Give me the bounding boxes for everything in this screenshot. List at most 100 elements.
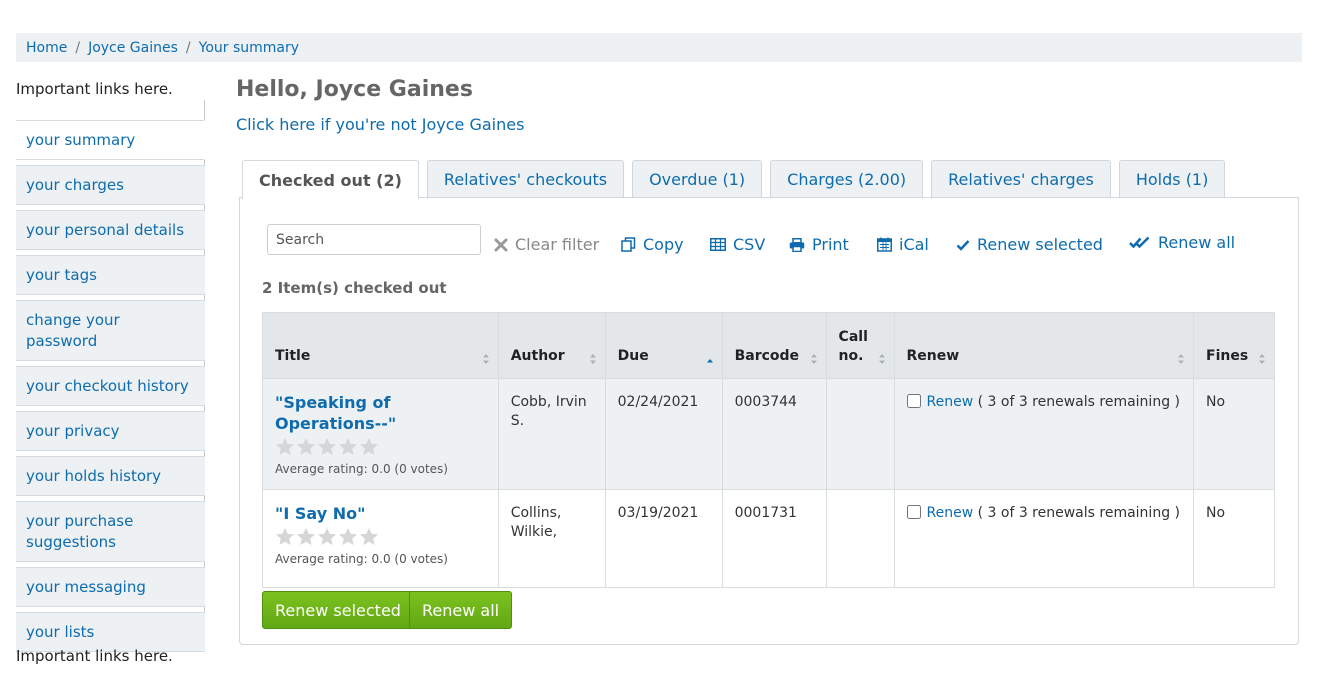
sidebar-item-summary[interactable]: your summary <box>16 120 205 160</box>
tab-holds[interactable]: Holds (1) <box>1118 160 1226 198</box>
author-cell: Collins, Wilkie, <box>497 489 606 588</box>
sidebar-item-tags[interactable]: your tags <box>16 255 205 295</box>
column-header-title[interactable]: Title <box>262 312 499 379</box>
title-link[interactable]: "Speaking of Operations--" <box>275 393 396 433</box>
barcode-cell: 0001731 <box>721 489 827 588</box>
star-rating[interactable] <box>275 527 486 546</box>
print-icon <box>789 237 805 252</box>
tab-relatives-charges[interactable]: Relatives' charges <box>931 160 1111 198</box>
star-icon[interactable] <box>296 527 316 546</box>
sidebar-item-holds-history[interactable]: your holds history <box>16 456 205 496</box>
double-check-icon <box>1129 236 1150 249</box>
print-button[interactable]: Print <box>789 235 849 254</box>
important-links-bottom: Important links here. <box>16 647 173 665</box>
sidebar-item-label[interactable]: your purchase suggestions <box>26 512 133 551</box>
calendar-icon <box>877 237 892 252</box>
column-header-barcode[interactable]: Barcode <box>721 312 827 379</box>
renew-selected-button[interactable]: Renew selected <box>262 591 414 629</box>
renew-all-button[interactable]: Renew all <box>409 591 513 629</box>
star-icon[interactable] <box>296 437 316 456</box>
user-menu: your summary your charges your personal … <box>16 100 205 652</box>
sort-icon <box>482 354 489 364</box>
column-header-label: Barcode <box>734 348 800 364</box>
sort-icon <box>810 354 817 364</box>
copy-icon <box>621 237 636 252</box>
sidebar-item-label[interactable]: your holds history <box>26 467 161 485</box>
star-icon[interactable] <box>338 437 358 456</box>
breadcrumb: Home / Joyce Gaines / Your summary <box>16 33 1302 62</box>
breadcrumb-current[interactable]: Your summary <box>199 40 299 56</box>
sidebar-item-label[interactable]: your checkout history <box>26 377 189 395</box>
column-header-label: Renew <box>906 348 960 364</box>
star-icon[interactable] <box>338 527 358 546</box>
column-header-due[interactable]: Due <box>604 312 723 379</box>
sidebar-item-lists[interactable]: your lists <box>16 612 205 652</box>
sidebar-item-label[interactable]: your privacy <box>26 422 120 440</box>
title-link[interactable]: "I Say No" <box>275 504 365 523</box>
sidebar-item-checkout-history[interactable]: your checkout history <box>16 366 205 406</box>
tab-bar: Checked out (2) Relatives' checkouts Ove… <box>242 160 1233 199</box>
breadcrumb-user[interactable]: Joyce Gaines <box>88 40 178 56</box>
renew-checkbox[interactable] <box>906 394 921 408</box>
sidebar-item-label[interactable]: your messaging <box>26 578 146 596</box>
column-header-renew[interactable]: Renew <box>893 312 1194 379</box>
sidebar-item-purchase-suggestions[interactable]: your purchase suggestions <box>16 501 205 562</box>
column-header-author[interactable]: Author <box>497 312 606 379</box>
sidebar-item-label[interactable]: change your password <box>26 311 120 350</box>
tab-checked-out[interactable]: Checked out (2) <box>242 160 419 199</box>
star-icon[interactable] <box>275 527 295 546</box>
tab-charges[interactable]: Charges (2.00) <box>770 160 924 198</box>
renew-all-label: Renew all <box>1158 233 1236 252</box>
print-label: Print <box>812 235 849 254</box>
column-header-call-no[interactable]: Call no. <box>825 312 895 379</box>
sidebar-item-charges[interactable]: your charges <box>16 165 205 205</box>
sidebar-item-personal-details[interactable]: your personal details <box>16 210 205 250</box>
renew-selected-label: Renew selected <box>977 235 1103 254</box>
tab-overdue[interactable]: Overdue (1) <box>632 160 763 198</box>
call-no-cell <box>825 378 895 490</box>
table-icon <box>710 238 726 251</box>
sidebar-item-label[interactable]: your charges <box>26 176 124 194</box>
renew-all-link[interactable]: Renew all <box>1129 233 1235 252</box>
page-title: Hello, Joyce Gaines <box>236 77 473 102</box>
renew-selected-link[interactable]: Renew selected <box>956 235 1103 254</box>
renew-cell: Renew ( 3 of 3 renewals remaining ) <box>893 378 1194 490</box>
fines-cell: No <box>1193 489 1275 588</box>
call-no-cell <box>825 489 895 588</box>
sidebar-item-privacy[interactable]: your privacy <box>16 411 205 451</box>
renewals-remaining: ( 3 of 3 renewals remaining ) <box>977 505 1180 521</box>
sidebar-item-messaging[interactable]: your messaging <box>16 567 205 607</box>
sidebar-item-label[interactable]: your summary <box>26 131 135 149</box>
clear-filter-button[interactable]: Clear filter <box>494 235 599 254</box>
column-header-fines[interactable]: Fines <box>1193 312 1275 379</box>
star-icon[interactable] <box>317 527 337 546</box>
star-icon[interactable] <box>359 437 379 456</box>
csv-label: CSV <box>733 235 766 254</box>
close-icon <box>494 238 508 251</box>
ical-button[interactable]: iCal <box>877 235 929 254</box>
renew-checkbox[interactable] <box>906 505 921 519</box>
sidebar-item-label[interactable]: your personal details <box>26 221 184 239</box>
copy-button[interactable]: Copy <box>621 235 684 254</box>
sidebar-item-label[interactable]: your lists <box>26 623 94 641</box>
renew-link[interactable]: Renew <box>927 394 974 410</box>
average-rating: Average rating: 0.0 (0 votes) <box>275 552 448 566</box>
not-you-link[interactable]: Click here if you're not Joyce Gaines <box>236 115 524 134</box>
star-icon[interactable] <box>359 527 379 546</box>
star-rating[interactable] <box>275 437 486 456</box>
star-icon[interactable] <box>317 437 337 456</box>
copy-label: Copy <box>643 235 684 254</box>
star-icon[interactable] <box>275 437 295 456</box>
important-links-top: Important links here. <box>16 80 173 98</box>
title-cell: "I Say No" Average rating: 0.0 (0 votes) <box>262 489 499 588</box>
sidebar-item-label[interactable]: your tags <box>26 266 97 284</box>
fines-cell: No <box>1193 378 1275 490</box>
csv-button[interactable]: CSV <box>710 235 765 254</box>
renew-link[interactable]: Renew <box>927 505 974 521</box>
breadcrumb-home[interactable]: Home <box>26 40 67 56</box>
search-input[interactable] <box>267 224 481 255</box>
title-cell: "Speaking of Operations--" Average ratin… <box>262 378 499 490</box>
sidebar-item-change-password[interactable]: change your password <box>16 300 205 361</box>
tab-relatives-checkouts[interactable]: Relatives' checkouts <box>426 160 625 198</box>
due-date-cell: 03/19/2021 <box>604 489 723 588</box>
